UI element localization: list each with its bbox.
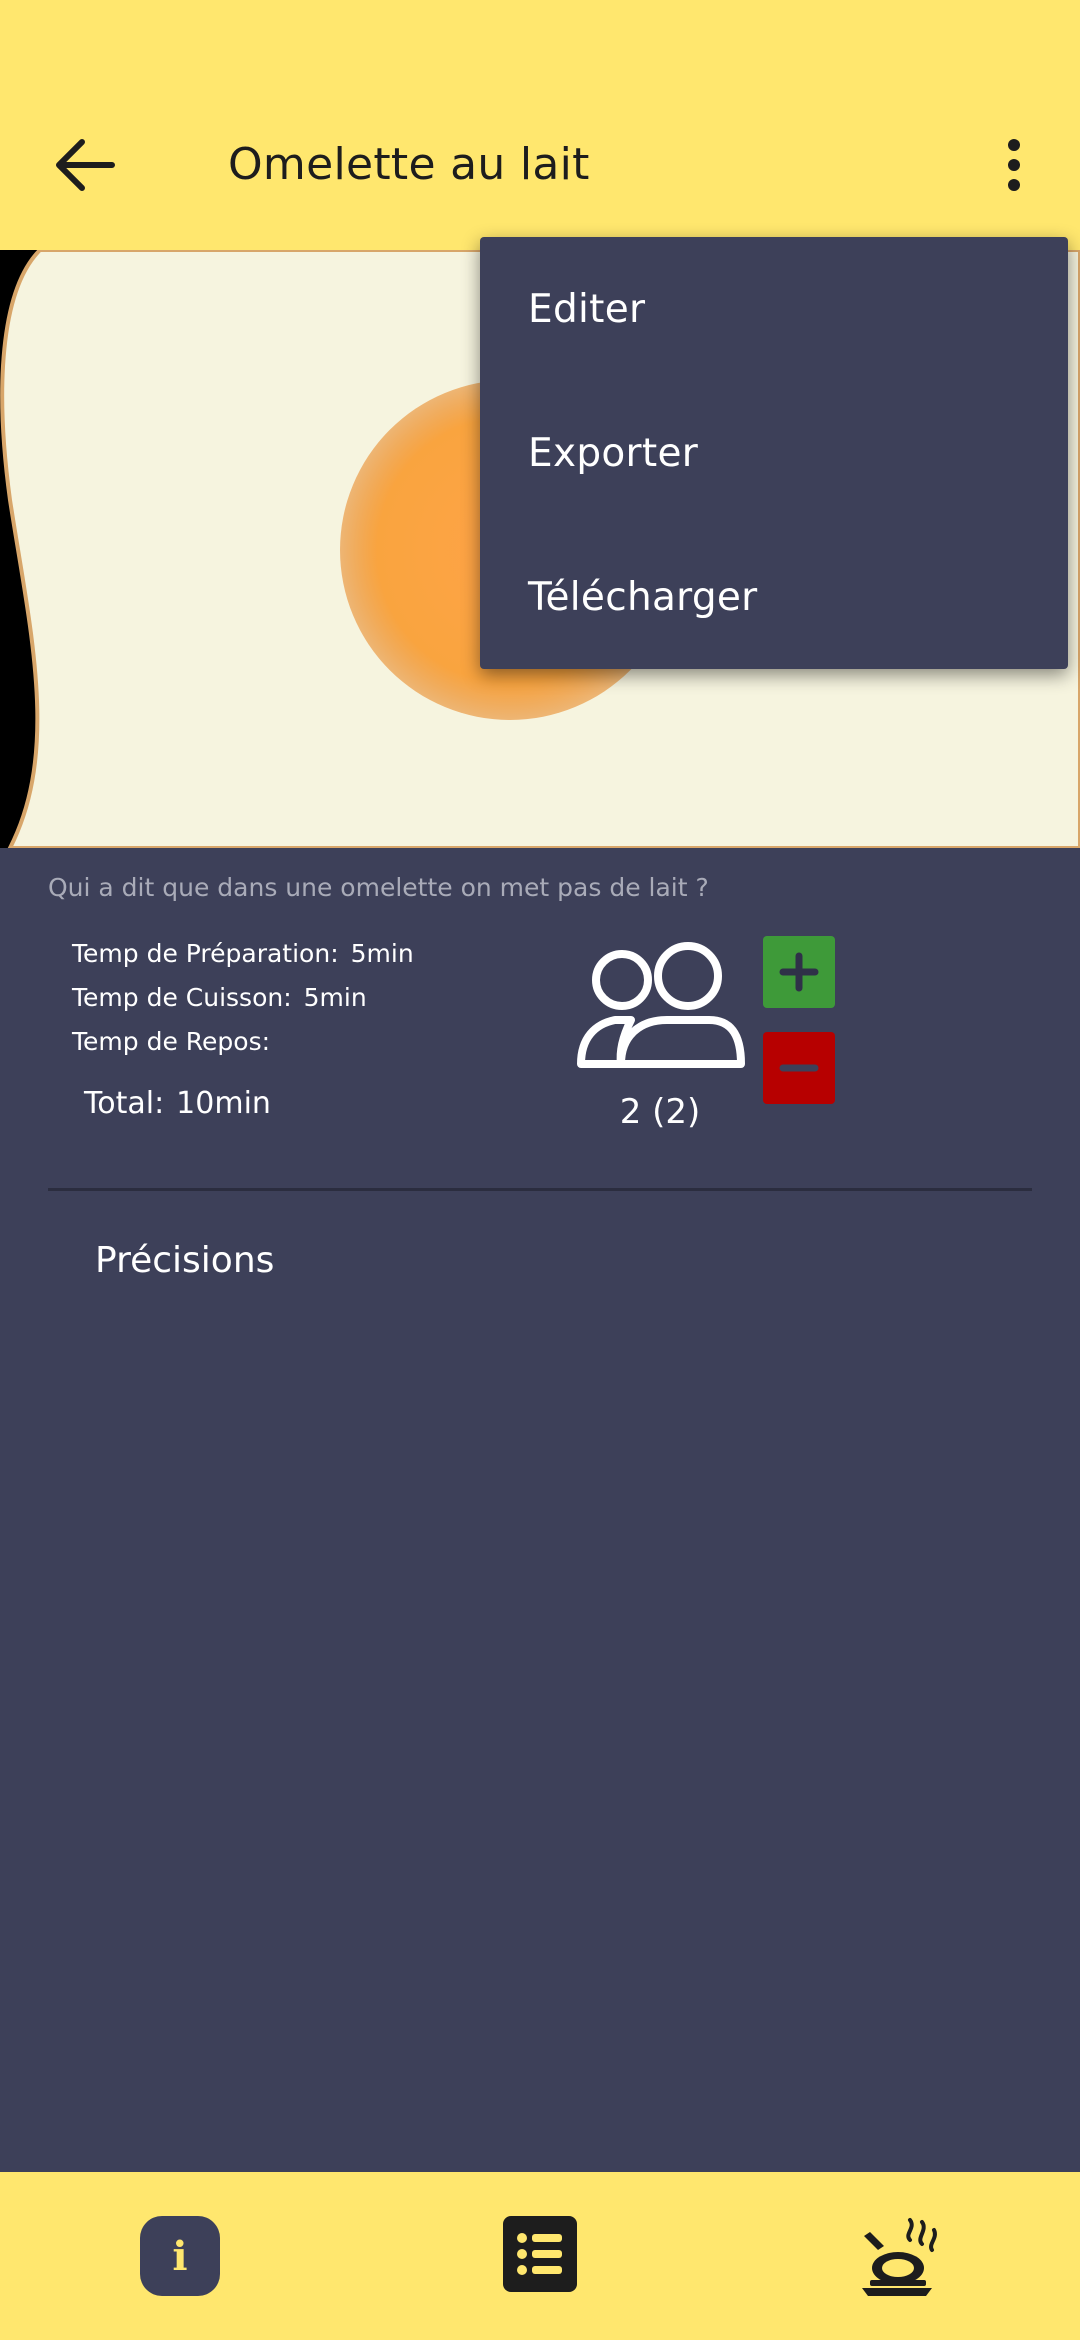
nav-cooking-button[interactable] — [858, 2216, 940, 2298]
total-time-label: Total: — [84, 1086, 165, 1121]
list-icon — [517, 2233, 562, 2275]
rest-time-label: Temp de Repos: — [72, 1027, 271, 1056]
times-panel: Temp de Préparation: 5min Temp de Cuisson… — [72, 936, 414, 1121]
prep-time-row: Temp de Préparation: 5min — [72, 936, 414, 980]
divider — [48, 1188, 1032, 1191]
back-button[interactable] — [40, 120, 130, 210]
more-vertical-icon — [1008, 139, 1020, 191]
section-title-precisions: Précisions — [95, 1240, 275, 1281]
cooking-icon — [862, 2218, 937, 2296]
prep-time-value: 5min — [350, 939, 414, 968]
app-bar: Omelette au lait — [0, 0, 1080, 250]
prep-time-label: Temp de Préparation: — [72, 939, 339, 968]
cook-time-row: Temp de Cuisson: 5min — [72, 980, 414, 1024]
cook-time-label: Temp de Cuisson: — [72, 983, 292, 1012]
menu-item-editer[interactable]: Editer — [480, 237, 1068, 381]
menu-item-exporter[interactable]: Exporter — [480, 381, 1068, 525]
options-menu: Editer Exporter Télécharger — [480, 237, 1068, 669]
nav-info-button[interactable]: i — [140, 2216, 220, 2296]
increase-servings-button[interactable] — [763, 936, 835, 1008]
people-icon — [575, 940, 745, 1074]
arrow-left-icon — [56, 139, 115, 191]
bottom-navigation: i — [0, 2172, 1080, 2340]
decrease-servings-button[interactable] — [763, 1032, 835, 1104]
plus-icon — [779, 952, 819, 992]
nav-list-button[interactable] — [503, 2216, 577, 2292]
total-time-value: 10min — [176, 1086, 271, 1121]
more-options-button[interactable] — [990, 120, 1038, 210]
servings-count: 2 (2) — [619, 1092, 701, 1132]
cook-time-value: 5min — [303, 983, 367, 1012]
minus-icon — [779, 1064, 819, 1072]
page-title: Omelette au lait — [228, 139, 590, 190]
info-icon: i — [172, 2232, 188, 2280]
total-time-row: Total: 10min — [84, 1086, 414, 1121]
menu-item-telecharger[interactable]: Télécharger — [480, 525, 1068, 669]
recipe-description: Qui a dit que dans une omelette on met p… — [48, 873, 709, 902]
rest-time-row: Temp de Repos: — [72, 1024, 414, 1068]
